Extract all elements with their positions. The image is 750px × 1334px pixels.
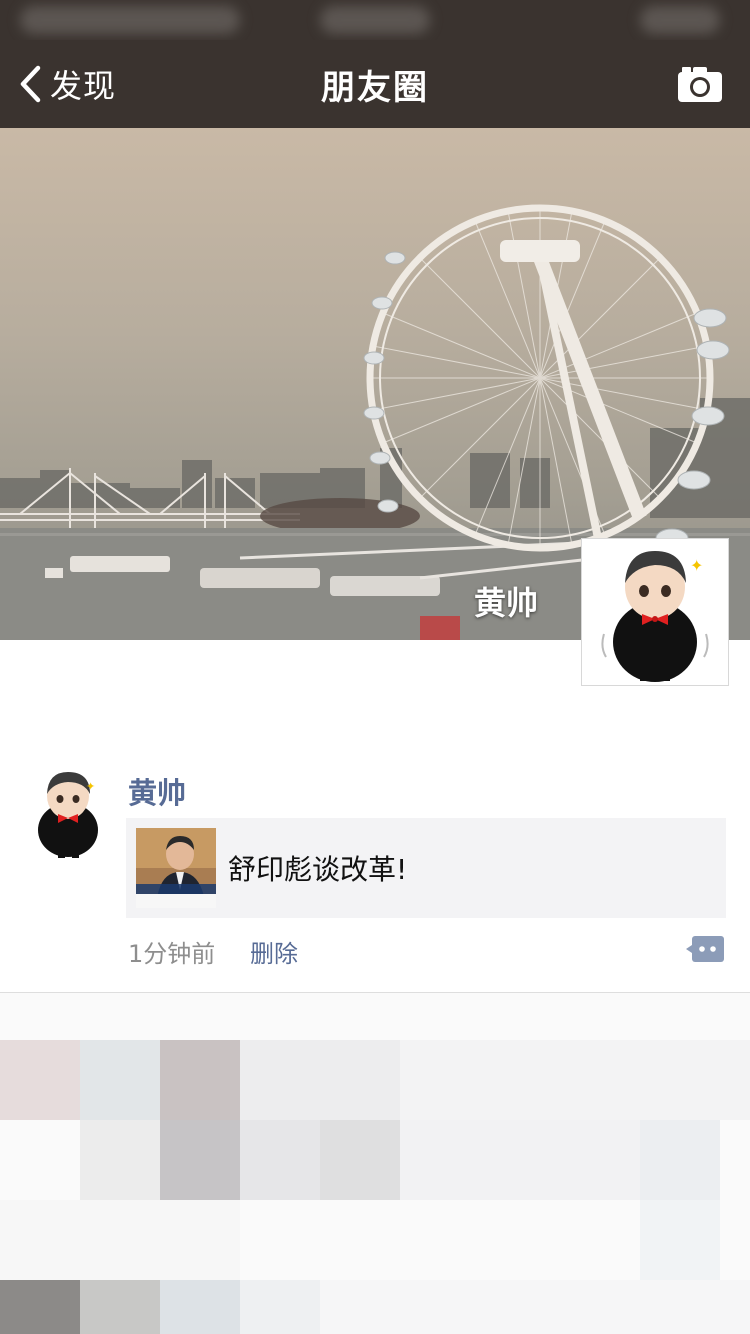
back-label: 发现 [50, 67, 117, 105]
avatar-image: ✦ [38, 772, 98, 858]
mosaic-tile [0, 1280, 80, 1334]
mosaic-tile [400, 1040, 750, 1120]
mosaic-tile [0, 1040, 80, 1120]
status-bar [0, 0, 750, 40]
mosaic-tile [240, 1280, 320, 1334]
link-thumbnail-image [136, 828, 216, 908]
status-blur [20, 6, 240, 34]
link-title: 舒印彪谈改革! [228, 853, 408, 886]
mosaic-tile [400, 1120, 640, 1200]
mosaic-tile [160, 1120, 240, 1200]
post-timestamp: 1分钟前 [128, 940, 216, 968]
status-blur [640, 6, 720, 34]
post-author-name[interactable]: 黄帅 [128, 770, 186, 812]
mosaic-tile [240, 1040, 400, 1120]
mosaic-tile [160, 1040, 240, 1120]
svg-text:✦: ✦ [86, 780, 95, 793]
mosaic-tile [320, 1280, 750, 1334]
link-thumbnail [136, 828, 216, 908]
profile-avatar[interactable]: ✦ [581, 538, 729, 686]
mosaic-tile [80, 1280, 160, 1334]
mosaic-tile [640, 1120, 720, 1200]
camera-icon[interactable] [676, 64, 724, 104]
comment-icon[interactable] [686, 934, 726, 964]
mosaic-tile [160, 1280, 240, 1334]
mosaic-tile [640, 1200, 720, 1280]
mosaic-tile [240, 1120, 320, 1200]
delete-button[interactable]: 删除 [250, 934, 298, 969]
status-blur [320, 6, 430, 34]
cover-user-name: 黄帅 [473, 584, 538, 622]
mosaic-tile [0, 1200, 240, 1280]
nav-bar: 发现 朋友圈 [0, 40, 750, 128]
mosaic-tile [80, 1040, 160, 1120]
back-button[interactable]: 发现 [18, 40, 116, 128]
shared-link-card[interactable]: 舒印彪谈改革! [126, 818, 726, 918]
post-author-avatar[interactable]: ✦ [30, 768, 106, 858]
avatar-image: ✦ [601, 551, 709, 682]
moment-post: ✦ 黄帅 舒印彪谈改革! 1分钟前 删除 [0, 760, 750, 992]
chevron-left-icon [20, 65, 41, 103]
blurred-content-area [0, 993, 750, 1334]
mosaic-tile [320, 1120, 400, 1200]
svg-text:✦: ✦ [690, 556, 703, 575]
mosaic-tile [80, 1120, 160, 1200]
